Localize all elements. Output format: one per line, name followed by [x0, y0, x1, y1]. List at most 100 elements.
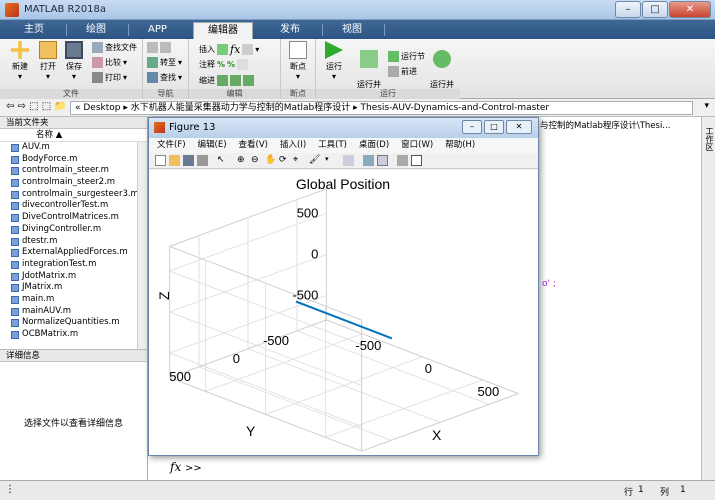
file-name: main.m [22, 293, 55, 304]
file-item[interactable]: BodyForce.m [0, 154, 147, 166]
zoom-out-icon[interactable]: ⊖ [251, 155, 262, 166]
tab-view[interactable]: 视图 [332, 22, 372, 39]
figure-menu-item[interactable]: 工具(T) [318, 138, 347, 153]
m-file-icon [11, 214, 19, 223]
figure-menu-item[interactable]: 查看(V) [239, 138, 268, 153]
nav-arrows[interactable] [147, 42, 171, 53]
m-file-icon [11, 190, 19, 199]
new-figure-icon[interactable] [155, 155, 166, 166]
brush-icon[interactable]: 🖌 [309, 155, 320, 166]
link-plot-icon[interactable] [343, 155, 354, 166]
tab-apps[interactable]: APP [138, 22, 177, 39]
pointer-icon[interactable]: ↖ [217, 155, 228, 166]
file-item[interactable]: dtestr.m [0, 236, 147, 248]
run-section-button[interactable]: 运行节 [388, 51, 425, 62]
plot-svg[interactable]: -500 0 500 -500 0 500 -500 0 500 Global Position… [149, 170, 538, 455]
breakpoint-button[interactable]: 断点 ▾ [284, 41, 312, 81]
zoom-in-icon[interactable]: ⊕ [237, 155, 248, 166]
figure-menu-item[interactable]: 帮助(H) [445, 138, 475, 153]
file-item[interactable]: JdotMatrix.m [0, 271, 147, 283]
file-item[interactable]: ExternalAppliedForces.m [0, 247, 147, 259]
new-button[interactable]: 新建 ▾ [6, 41, 34, 81]
show-plot-tools-icon[interactable] [411, 155, 422, 166]
path-dropdown-icon[interactable]: ▾ [704, 101, 709, 111]
data-cursor-icon[interactable]: ⌖ [293, 155, 304, 166]
file-item[interactable]: controlmain_steer.m [0, 165, 147, 177]
insert-button[interactable]: 插入 fx ▾ [199, 43, 259, 56]
compare-button[interactable]: 比较 ▾ [92, 57, 127, 68]
hide-plot-tools-icon[interactable] [397, 155, 408, 166]
file-item[interactable]: controlmain_surgesteer3.m [0, 189, 147, 201]
figure-window[interactable]: Figure 13 – □ ✕ 文件(F) 编辑(E) 查看(V) 插入(I) 工具(T… [148, 117, 539, 456]
indent-icon [243, 75, 254, 86]
figure-menu-item[interactable]: 桌面(D) [359, 138, 389, 153]
brush-dropdown-icon[interactable]: ▾ [325, 155, 336, 166]
nav-back-forward-icon[interactable]: ⇦ ⇨ ⬚ ⬚ 📁 [6, 101, 67, 112]
folder-scrollbar[interactable] [137, 142, 147, 349]
save-figure-icon[interactable] [183, 155, 194, 166]
editor-tab-path[interactable]: 与控制的Matlab程序设计\Thesi... [540, 119, 670, 131]
percent-icon: % [217, 60, 226, 69]
current-folder-path[interactable]: « Desktop ▸ 水下机器人能量采集器动力学与控制的Matlab程序设计 … [70, 101, 693, 115]
figure-canvas[interactable]: -500 0 500 -500 0 500 -500 0 500 Global Position… [149, 170, 538, 455]
tab-home[interactable]: 主页 [14, 22, 54, 39]
file-item[interactable]: divecontrollerTest.m [0, 200, 147, 212]
print-button[interactable]: 打印 ▾ [92, 72, 127, 83]
file-name: integrationTest.m [22, 258, 97, 269]
figure-maximize-button[interactable]: □ [484, 120, 504, 134]
figure-close-button[interactable]: ✕ [506, 120, 532, 134]
file-item[interactable]: NormalizeQuantities.m [0, 317, 147, 329]
figure-minimize-button[interactable]: – [462, 120, 482, 134]
command-line[interactable]: fx >> [170, 460, 690, 478]
minimize-button[interactable]: – [615, 1, 641, 18]
print-figure-icon[interactable] [197, 155, 208, 166]
fx-icon: fx [230, 43, 241, 56]
file-item[interactable]: DivingController.m [0, 224, 147, 236]
name-column-header[interactable]: 名称 ▲ [0, 129, 147, 142]
open-file-icon[interactable] [169, 155, 180, 166]
figure-menu-item[interactable]: 文件(F) [157, 138, 186, 153]
tab-publish[interactable]: 发布 [270, 22, 310, 39]
m-file-icon [11, 167, 19, 176]
file-name: JMatrix.m [22, 282, 63, 293]
m-file-icon [11, 272, 19, 281]
file-list: AUV.m BodyForce.m controlmain_steer.m contr… [0, 142, 147, 341]
workspace-sidebar[interactable]: 工作区 [701, 117, 715, 480]
rotate-icon[interactable]: ⟳ [279, 155, 290, 166]
m-file-icon [11, 225, 19, 234]
file-item[interactable]: JMatrix.m [0, 282, 147, 294]
open-button[interactable]: 打开 ▾ [34, 41, 62, 81]
comment-button[interactable]: 注释 % % [199, 59, 249, 70]
advance-button[interactable]: 前进 [388, 66, 417, 77]
figure-title-bar[interactable]: Figure 13 – □ ✕ [149, 118, 538, 138]
file-item[interactable]: DiveControlMatrices.m [0, 212, 147, 224]
goto-button[interactable]: 转至 ▾ [147, 57, 182, 68]
details-message: 选择文件以查看详细信息 [23, 419, 123, 429]
m-file-icon [11, 284, 19, 293]
file-item[interactable]: integrationTest.m [0, 259, 147, 271]
figure-menu-item[interactable]: 窗口(W) [401, 138, 433, 153]
pan-icon[interactable]: ✋ [265, 155, 276, 166]
tab-plots[interactable]: 绘图 [76, 22, 116, 39]
file-item[interactable]: mainAUV.m [0, 306, 147, 318]
find-files-button[interactable]: 查找文件 [92, 42, 137, 53]
run-group: 运行▾ 运行并 前进 运行节 前进 运行并 计时 运行 [316, 39, 460, 100]
figure-menu-item[interactable]: 插入(I) [280, 138, 306, 153]
maximize-button[interactable]: □ [642, 1, 668, 18]
run-button[interactable]: 运行 ▾ [320, 41, 348, 81]
colorbar-icon[interactable] [363, 155, 374, 166]
indent-button[interactable]: 缩进 [199, 75, 254, 86]
save-button[interactable]: 保存 ▾ [60, 41, 88, 81]
tab-editor[interactable]: 编辑器 [193, 22, 253, 39]
legend-icon[interactable] [377, 155, 388, 166]
file-item[interactable]: main.m [0, 294, 147, 306]
edit-group-label: 编辑 [189, 89, 280, 99]
file-item[interactable]: controlmain_steer2.m [0, 177, 147, 189]
nav-group: 转至 ▾ 查找 ▾ 导航 [143, 39, 189, 99]
close-button[interactable]: ✕ [669, 1, 711, 18]
find-button[interactable]: 查找 ▾ [147, 72, 182, 83]
file-item[interactable]: AUV.m [0, 142, 147, 154]
run-group-label: 运行 [316, 89, 460, 99]
figure-menu-item[interactable]: 编辑(E) [198, 138, 227, 153]
file-item[interactable]: OCBMatrix.m [0, 329, 147, 341]
